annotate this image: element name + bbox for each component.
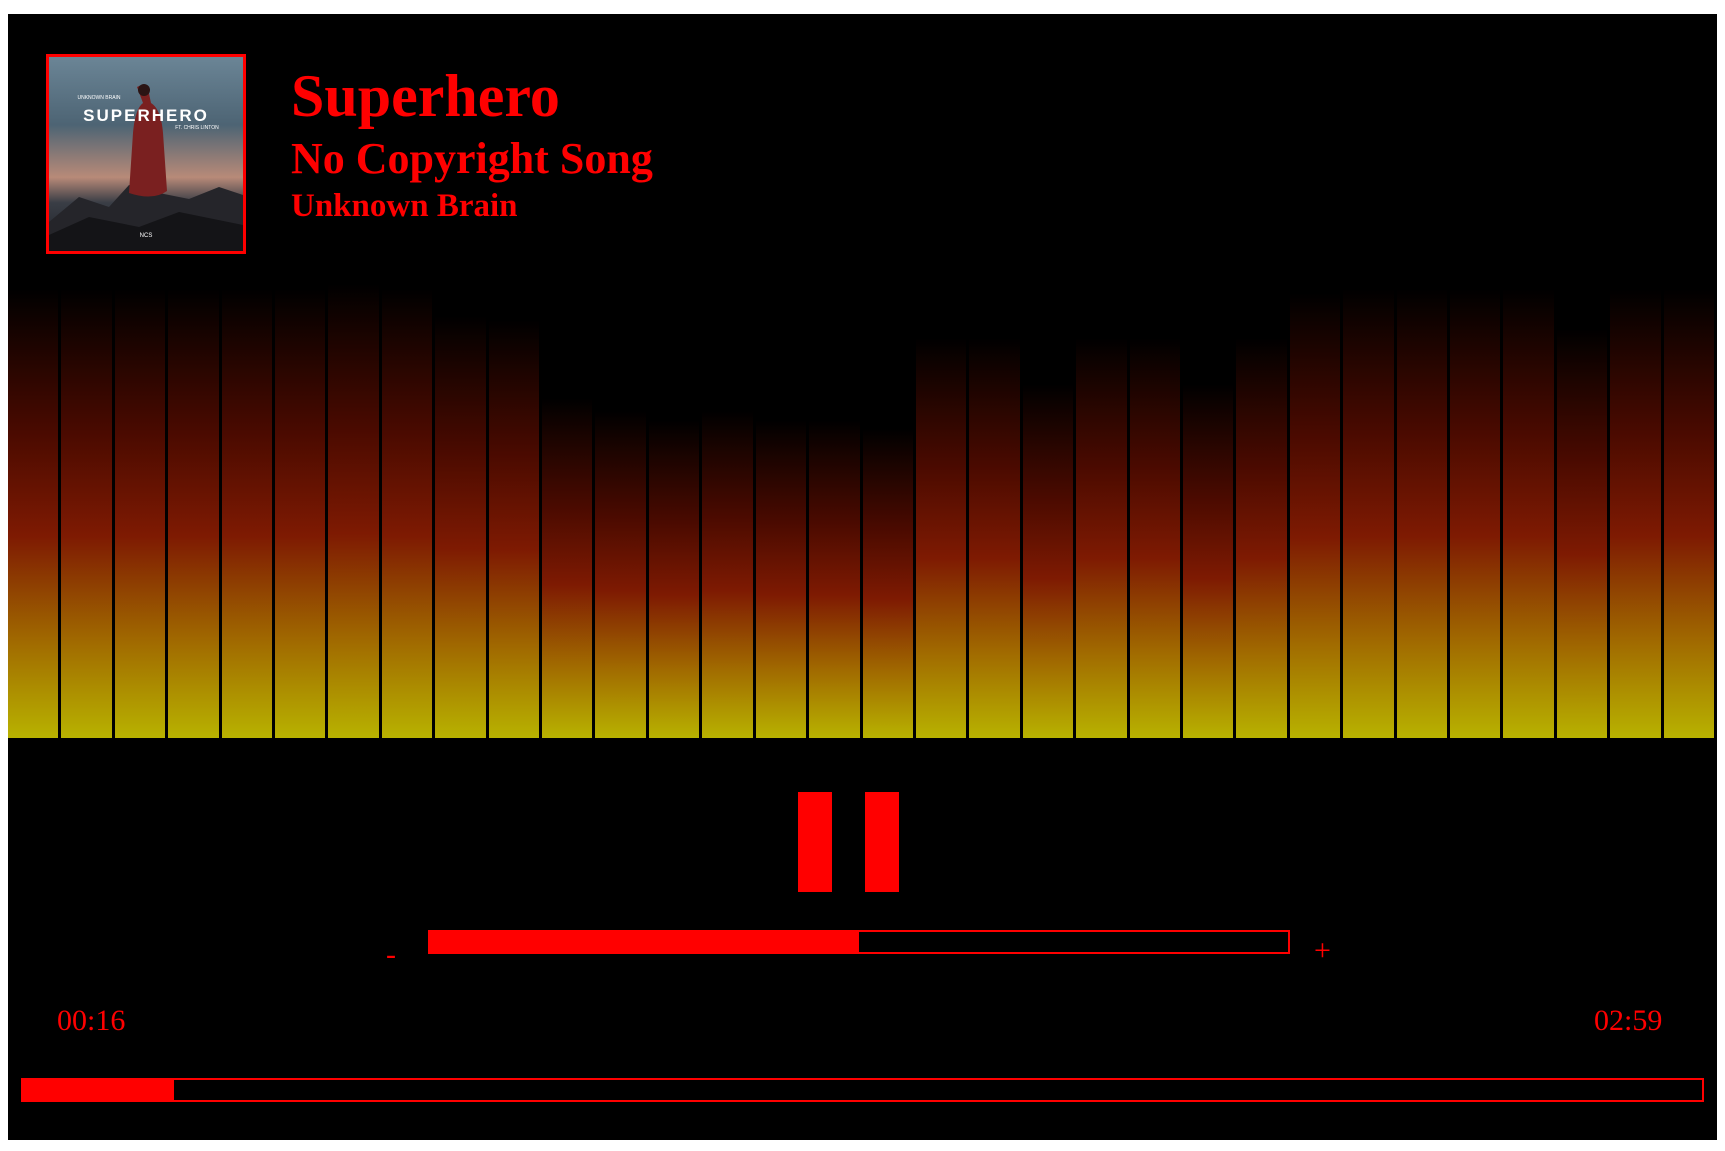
progress-bar[interactable] — [21, 1078, 1704, 1102]
visualizer-bar — [755, 420, 807, 738]
visualizer-bar — [488, 320, 540, 738]
visualizer-bar — [809, 420, 860, 738]
visualizer-bar — [1503, 288, 1554, 738]
visualizer-bar — [114, 288, 166, 738]
visualizer-bar — [648, 420, 700, 738]
volume-up-button[interactable]: + — [1314, 934, 1331, 968]
volume-down-button[interactable]: - — [386, 938, 396, 972]
album-art-image: SUPERHERO UNKNOWN BRAIN FT. CHRIS LINTON… — [49, 84, 243, 251]
visualizer-bar — [168, 288, 219, 738]
track-info: Superhero No Copyright Song Unknown Brai… — [291, 54, 653, 226]
visualizer-bar — [1289, 293, 1341, 738]
pause-bar-left — [798, 792, 832, 892]
visualizer-bar — [435, 315, 486, 738]
music-player: SUPERHERO UNKNOWN BRAIN FT. CHRIS LINTON… — [8, 14, 1717, 1140]
visualizer-bar — [915, 338, 967, 738]
visualizer-bar — [1449, 288, 1501, 738]
visualizer-bar — [381, 288, 433, 738]
visualizer-bar — [702, 411, 753, 738]
visualizer-bar — [328, 284, 379, 738]
visualizer-bar — [221, 288, 273, 738]
visualizer-bar — [1022, 383, 1074, 738]
visualizer-bar — [542, 397, 593, 738]
visualizer-bar — [275, 288, 326, 738]
pause-bar-right — [865, 792, 899, 892]
visualizer-bar — [61, 288, 112, 738]
visualizer-bar — [1129, 338, 1180, 738]
visualizer-bar — [1236, 338, 1287, 738]
visualizer-bar — [1610, 288, 1661, 738]
track-subtitle: No Copyright Song — [291, 134, 653, 183]
track-artist: Unknown Brain — [291, 188, 518, 224]
cover-artist: UNKNOWN BRAIN — [77, 95, 120, 101]
visualizer-bar — [8, 288, 59, 738]
visualizer-bar — [1556, 329, 1608, 738]
cover-logo: NCS — [140, 233, 153, 239]
visualizer-bar — [1396, 288, 1447, 738]
cover-feat: FT. CHRIS LINTON — [175, 125, 219, 131]
track-title: Superhero — [291, 63, 560, 129]
current-time: 00:16 — [57, 1004, 126, 1037]
visualizer-bar — [595, 411, 646, 738]
volume-slider[interactable] — [428, 930, 1290, 954]
audio-visualizer — [8, 284, 1717, 738]
pause-button[interactable] — [798, 792, 910, 896]
visualizer-bar — [1663, 288, 1714, 738]
album-cover: SUPERHERO UNKNOWN BRAIN FT. CHRIS LINTON… — [46, 54, 246, 254]
visualizer-bar — [1182, 383, 1234, 738]
visualizer-bar — [862, 429, 913, 738]
duration-time: 02:59 — [1594, 1004, 1663, 1037]
progress-fill — [23, 1080, 175, 1100]
volume-level-fill — [430, 932, 859, 952]
cover-title: SUPERHERO — [83, 106, 209, 125]
visualizer-bar — [1343, 288, 1394, 738]
visualizer-bar — [1076, 338, 1127, 738]
visualizer-bar — [969, 338, 1020, 738]
